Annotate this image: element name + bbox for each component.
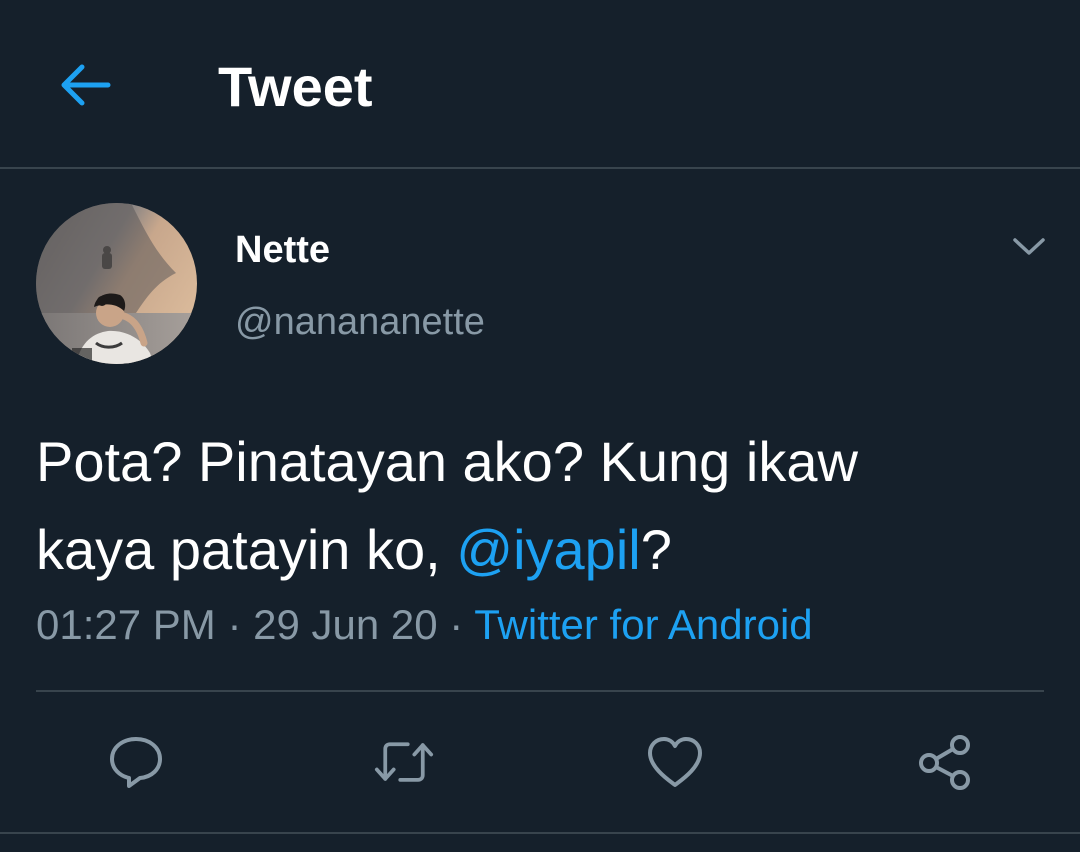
tweet-text-line-1: Pota? Pinatayan ako? Kung ikaw — [36, 430, 858, 493]
mention-link[interactable]: @iyapil — [456, 518, 640, 581]
avatar-photo — [36, 203, 197, 364]
user-handle[interactable]: @nanananette — [235, 300, 485, 344]
retweet-button[interactable] — [374, 732, 434, 792]
page-title: Tweet — [218, 55, 373, 118]
reply-button[interactable] — [106, 732, 166, 792]
meta-separator-1: · — [215, 601, 254, 648]
chevron-down-icon — [1013, 238, 1045, 255]
tweet-text-line-2: kaya patayin ko, @iyapil? — [36, 506, 1046, 594]
meta-separator-2: · — [437, 601, 475, 648]
tweet-meta: 01:27 PM · 29 Jun 20 · Twitter for Andro… — [36, 600, 813, 650]
tweet-options-button[interactable] — [1004, 222, 1054, 272]
tweet-text-suffix: ? — [640, 518, 672, 581]
bottom-divider — [0, 832, 1080, 834]
share-button[interactable] — [915, 732, 975, 792]
tweet-text: Pota? Pinatayan ako? Kung ikaw kaya pata… — [36, 418, 1046, 594]
back-button[interactable] — [52, 52, 118, 118]
tweet-text-prefix: kaya patayin ko, — [36, 518, 457, 581]
like-button[interactable] — [645, 732, 705, 792]
avatar[interactable] — [36, 203, 197, 364]
heart-icon — [648, 737, 702, 787]
arrow-left-icon — [61, 64, 111, 106]
divider — [36, 690, 1044, 692]
retweet-icon — [374, 742, 434, 782]
display-name[interactable]: Nette — [235, 228, 330, 272]
reply-icon — [110, 737, 162, 788]
tweet-source-link[interactable]: Twitter for Android — [474, 601, 812, 648]
tweet-time: 01:27 PM — [36, 601, 216, 648]
share-icon — [919, 735, 970, 790]
top-app-bar: Tweet — [0, 0, 1080, 169]
tweet-date: 29 Jun 20 — [253, 601, 438, 648]
